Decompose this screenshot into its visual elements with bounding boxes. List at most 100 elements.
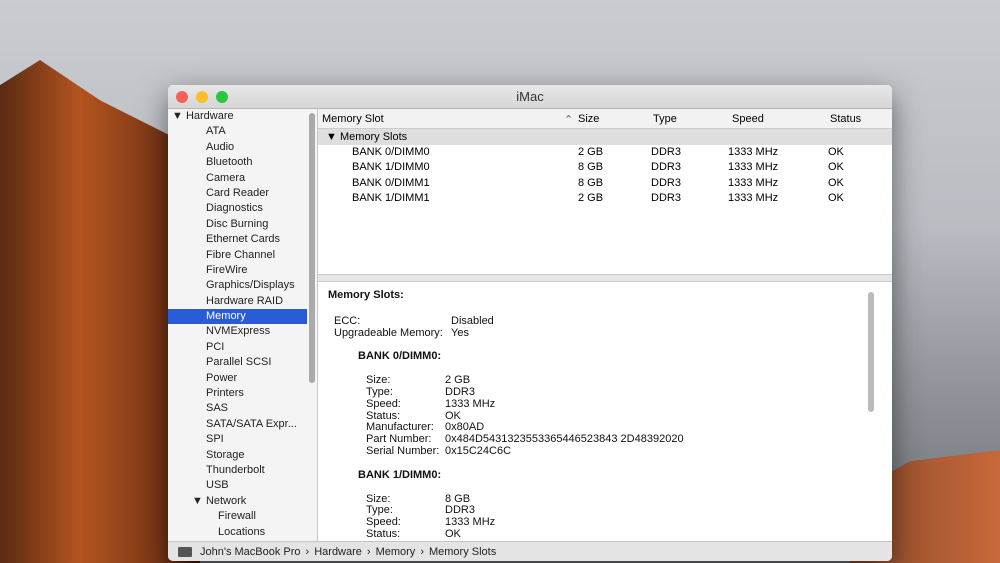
- path-separator: ›: [305, 546, 310, 558]
- computer-icon: [178, 547, 192, 557]
- detail-field: Serial Number: 0x15C24C6C: [366, 444, 882, 458]
- sidebar-item-diagnostics[interactable]: Diagnostics: [168, 201, 317, 216]
- path-item[interactable]: Memory: [376, 546, 416, 558]
- field-value: DDR3: [445, 504, 475, 517]
- sidebar-scrollbar[interactable]: [309, 113, 315, 383]
- table-cell: 1333 MHz: [728, 176, 779, 189]
- bank-title: BANK 0/DIMM0:: [358, 350, 442, 363]
- table-cell: OK: [828, 192, 844, 205]
- table-cell: BANK 1/DIMM1: [352, 192, 430, 205]
- close-button[interactable]: [176, 91, 188, 103]
- sidebar-group-network[interactable]: ▼ Network: [168, 494, 317, 509]
- detail-field: Type: DDR3: [366, 504, 882, 517]
- table-cell: DDR3: [651, 176, 681, 189]
- table-cell: DDR3: [651, 146, 681, 158]
- sidebar-item-locations[interactable]: Locations: [168, 525, 317, 540]
- title-bar: iMac: [168, 85, 892, 109]
- sidebar-item-ata[interactable]: ATA: [168, 124, 317, 139]
- sidebar-item-sas[interactable]: SAS: [168, 401, 317, 416]
- table-cell: BANK 1/DIMM0: [352, 161, 430, 174]
- detail-scrollbar[interactable]: [868, 292, 874, 412]
- column-memory-slot[interactable]: Memory Slot: [322, 113, 384, 125]
- path-bar: John's MacBook Pro › Hardware › Memory › Memor…: [168, 541, 892, 561]
- table-row[interactable]: BANK 1/DIMM1 2 GB DDR3 1333 MHz OK: [318, 191, 892, 206]
- zoom-button[interactable]: [216, 91, 228, 103]
- field-value: 1333 MHz: [445, 516, 496, 529]
- sidebar-item-memory[interactable]: Memory: [168, 309, 307, 325]
- sidebar-item-hardware-raid[interactable]: Hardware RAID: [168, 294, 317, 309]
- sidebar-item-printers[interactable]: Printers: [168, 386, 317, 401]
- system-information-window: iMac ▼ Hardware ATA Audio Bluetooth Camera C…: [168, 85, 892, 561]
- table-cell: 2 GB: [578, 192, 604, 205]
- sidebar-item-storage[interactable]: Storage: [168, 448, 317, 463]
- detail-field: Status: OK: [366, 528, 882, 541]
- sort-icon: ⌃: [564, 114, 574, 126]
- sidebar-item-fibre-channel[interactable]: Fibre Channel: [168, 248, 317, 263]
- group-memory-slots[interactable]: ▼ Memory Slots: [318, 129, 892, 145]
- path-item[interactable]: Memory Slots: [429, 546, 496, 558]
- table-cell: 1333 MHz: [728, 161, 779, 174]
- sidebar-item-power[interactable]: Power: [168, 371, 317, 386]
- sidebar-item-parallel-scsi[interactable]: Parallel SCSI: [168, 355, 317, 370]
- column-type[interactable]: Type: [653, 113, 677, 125]
- sidebar-item-graphics-displays[interactable]: Graphics/Displays: [168, 278, 317, 293]
- upgradeable-value: Yes: [451, 326, 469, 339]
- sidebar-item-usb[interactable]: USB: [168, 478, 317, 493]
- table-cell: DDR3: [651, 161, 681, 174]
- sidebar-group-hardware[interactable]: ▼ Hardware: [168, 109, 317, 124]
- sidebar-item-firewall[interactable]: Firewall: [168, 509, 317, 524]
- field-value: OK: [445, 409, 461, 422]
- table-cell: BANK 0/DIMM1: [352, 176, 430, 189]
- detail-field: Type: DDR3: [366, 385, 882, 399]
- sidebar-item-firewire[interactable]: FireWire: [168, 263, 317, 278]
- sidebar-item-card-reader[interactable]: Card Reader: [168, 186, 317, 201]
- ecc-label: ECC:: [334, 314, 361, 327]
- ecc-value: Disabled: [451, 314, 494, 327]
- path-separator: ›: [420, 546, 424, 558]
- column-speed[interactable]: Speed: [732, 113, 764, 125]
- path-item[interactable]: Hardware: [314, 546, 362, 558]
- path-item[interactable]: John's MacBook Pro: [200, 546, 301, 558]
- path-separator: ›: [366, 546, 371, 558]
- sidebar-item-pci[interactable]: PCI: [168, 340, 317, 355]
- sidebar-item-camera[interactable]: Camera: [168, 171, 317, 186]
- sidebar-item-sata-sata-expr-[interactable]: SATA/SATA Expr...: [168, 417, 317, 432]
- split-handle[interactable]: [318, 274, 892, 282]
- main-pane: Memory Slot ⌃ Size Type Speed Status ▼ M…: [318, 109, 892, 552]
- sidebar-item-disc-burning[interactable]: Disc Burning: [168, 217, 317, 232]
- column-status[interactable]: Status: [830, 113, 861, 125]
- table-row[interactable]: BANK 0/DIMM1 8 GB DDR3 1333 MHz OK: [318, 176, 892, 191]
- sidebar: ▼ Hardware ATA Audio Bluetooth Camera Card R…: [168, 109, 318, 561]
- table-cell: 8 GB: [578, 161, 604, 174]
- detail-field: Size: 2 GB: [366, 374, 882, 387]
- sidebar-item-spi[interactable]: SPI: [168, 432, 317, 447]
- sidebar-item-ethernet-cards[interactable]: Ethernet Cards: [168, 232, 317, 247]
- field-value: 0x15C24C6C: [445, 444, 512, 457]
- field-value: 8 GB: [445, 492, 471, 505]
- table-row[interactable]: BANK 1/DIMM0 8 GB DDR3 1333 MHz OK: [318, 160, 892, 175]
- sidebar-item-nvmexpress[interactable]: NVMExpress: [168, 324, 317, 339]
- field-value: 0x484D5431323553365446523843 2D48392020: [445, 433, 684, 446]
- sidebar-item-audio[interactable]: Audio: [168, 140, 317, 155]
- field-value: 2 GB: [445, 374, 471, 387]
- detail-pane: Memory Slots: ECC: Disabled Upgradeable M…: [318, 282, 892, 552]
- minimize-button[interactable]: [196, 91, 208, 103]
- sidebar-item-thunderbolt[interactable]: Thunderbolt: [168, 463, 317, 478]
- table-cell: DDR3: [651, 192, 681, 205]
- field-value: 0x80AD: [445, 421, 485, 434]
- table-cell: OK: [828, 176, 844, 189]
- column-size[interactable]: Size: [578, 113, 599, 125]
- field-label: Type:: [366, 385, 393, 398]
- table-cell: OK: [828, 146, 844, 158]
- detail-field: Part Number: 0x484D5431323553365446523843…: [366, 433, 882, 446]
- field-label: Serial Number:: [366, 444, 440, 457]
- table-cell: 1333 MHz: [728, 192, 779, 205]
- table-row[interactable]: BANK 0/DIMM0 2 GB DDR3 1333 MHz OK: [318, 145, 892, 160]
- table-cell: 8 GB: [578, 176, 604, 189]
- table-cell: 2 GB: [578, 146, 604, 158]
- field-value: 1333 MHz: [445, 397, 496, 410]
- detail-field: Speed: 1333 MHz: [366, 397, 882, 411]
- field-value: DDR3: [445, 385, 475, 398]
- table-cell: 1333 MHz: [728, 146, 779, 158]
- sidebar-item-bluetooth[interactable]: Bluetooth: [168, 155, 317, 170]
